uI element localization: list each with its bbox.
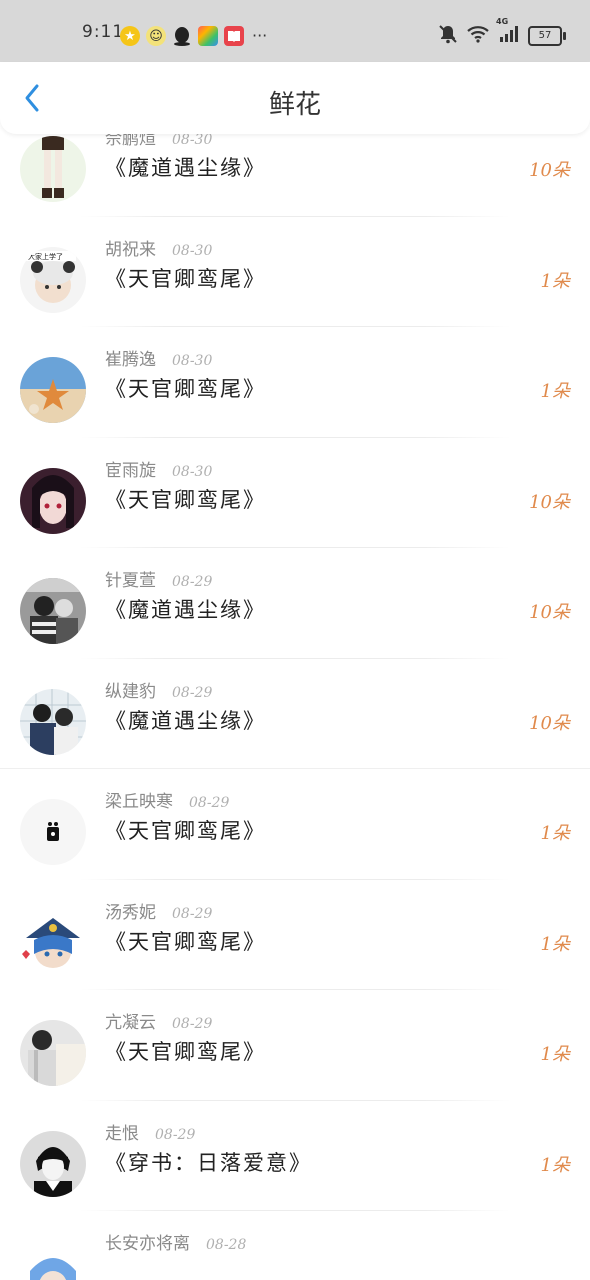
- network-type-label: 4G: [496, 17, 509, 26]
- status-bar: 9:11 ★ ☺ ··· 4G 57: [0, 0, 590, 62]
- user-name: 崔腾逸: [105, 350, 156, 370]
- user-name: 汤秀妮: [105, 902, 156, 923]
- flower-gift-list[interactable]: 佘鹏煊 08-30 《魔道遇尘缘》 10朵 大家上学了 胡祝来 08-30 《天…: [0, 134, 590, 1280]
- flower-count: 1朵: [540, 1044, 570, 1065]
- flower-count: 1朵: [540, 1154, 570, 1176]
- user-name: 亢凝云: [105, 1013, 156, 1033]
- list-item[interactable]: 大家上学了 胡祝来 08-30 《天官卿鸾尾》 1朵: [0, 217, 590, 327]
- row-meta: 佘鹏煊 08-30: [105, 134, 212, 149]
- flower-count: 1朵: [540, 933, 570, 955]
- user-name: 梁丘映寒: [105, 792, 173, 812]
- row-meta: 胡祝来 08-30: [105, 235, 212, 260]
- avatar[interactable]: [20, 1020, 86, 1086]
- avatar[interactable]: [20, 799, 86, 865]
- list-item[interactable]: 梁丘映寒 08-29 《天官卿鸾尾》 1朵: [0, 769, 590, 880]
- book-title[interactable]: 《天官卿鸾尾》: [105, 373, 266, 403]
- user-name: 宦雨旋: [105, 460, 156, 481]
- flower-count: 10朵: [529, 602, 570, 623]
- gift-date: 08-30: [172, 134, 213, 148]
- row-meta: 亢凝云 08-29: [105, 1008, 212, 1033]
- list-item[interactable]: 佘鹏煊 08-30 《魔道遇尘缘》 10朵: [0, 134, 590, 217]
- status-system-icons: 4G 57: [438, 17, 566, 48]
- user-name: 走恨: [105, 1123, 139, 1144]
- book-title[interactable]: 《穿书：日落爱意》: [105, 1147, 312, 1177]
- signal-icon: 4G: [496, 17, 520, 47]
- status-time: 9:11: [82, 22, 125, 42]
- gift-date: 08-28: [206, 1237, 247, 1253]
- row-meta: 崔腾逸 08-30: [105, 345, 212, 370]
- svg-text:大家上学了: 大家上学了: [28, 252, 63, 261]
- colorful-app-icon: [198, 26, 218, 46]
- book-app-icon: [224, 26, 244, 46]
- avatar[interactable]: [20, 357, 86, 423]
- flower-count: 10朵: [529, 491, 570, 513]
- row-meta: 走恨 08-29: [105, 1119, 195, 1144]
- avatar[interactable]: [20, 136, 86, 202]
- book-title[interactable]: 《天官卿鸾尾》: [105, 263, 266, 293]
- row-meta: 汤秀妮 08-29: [105, 898, 212, 923]
- book-title[interactable]: 《天官卿鸾尾》: [105, 926, 266, 956]
- app-face-icon: ☺: [146, 26, 166, 46]
- gift-date: 08-29: [172, 1016, 213, 1032]
- gift-date: 08-29: [189, 795, 230, 811]
- battery-icon: 57: [528, 26, 566, 46]
- list-item[interactable]: 亢凝云 08-29 《天官卿鸾尾》 1朵: [0, 990, 590, 1101]
- book-title[interactable]: 《天官卿鸾尾》: [105, 484, 266, 514]
- book-title[interactable]: 《魔道遇尘缘》: [105, 594, 266, 624]
- avatar[interactable]: [20, 1241, 86, 1280]
- flower-count: 10朵: [529, 712, 570, 734]
- gift-date: 08-30: [172, 353, 213, 369]
- battery-level: 57: [538, 30, 552, 41]
- book-title[interactable]: 《魔道遇尘缘》: [105, 152, 266, 182]
- user-name: 胡祝来: [105, 239, 156, 260]
- star-icon: ★: [120, 26, 140, 46]
- gift-date: 08-29: [172, 905, 213, 922]
- user-name: 佘鹏煊: [105, 134, 156, 149]
- flower-count: 1朵: [540, 381, 570, 402]
- book-title[interactable]: 《魔道遇尘缘》: [105, 705, 266, 735]
- more-notifications-icon: ···: [252, 26, 268, 45]
- list-item[interactable]: 走恨 08-29 《穿书：日落爱意》 1朵: [0, 1101, 590, 1211]
- avatar[interactable]: [20, 688, 86, 755]
- row-meta: 针夏萱 08-29: [105, 566, 212, 591]
- row-meta: 长安亦将离 08-28: [105, 1229, 246, 1254]
- flower-count: 1朵: [540, 823, 570, 844]
- list-item[interactable]: 宦雨旋 08-30 《天官卿鸾尾》 10朵: [0, 438, 590, 548]
- list-item[interactable]: 崔腾逸 08-30 《天官卿鸾尾》 1朵: [0, 327, 590, 438]
- row-meta: 纵建豹 08-29: [105, 677, 212, 702]
- list-item[interactable]: 针夏萱 08-29 《魔道遇尘缘》 10朵: [0, 548, 590, 659]
- user-name: 纵建豹: [105, 681, 156, 702]
- user-name: 长安亦将离: [105, 1234, 190, 1254]
- wifi-icon: [466, 25, 490, 47]
- qq-penguin-icon: [172, 26, 192, 46]
- book-title[interactable]: 《天官卿鸾尾》: [105, 815, 266, 845]
- bell-off-icon: [438, 24, 458, 48]
- gift-date: 08-29: [172, 574, 213, 590]
- avatar[interactable]: [20, 1130, 86, 1197]
- avatar[interactable]: [20, 578, 86, 644]
- gift-date: 08-29: [172, 684, 213, 701]
- avatar[interactable]: [20, 909, 86, 976]
- list-item[interactable]: 汤秀妮 08-29 《天官卿鸾尾》 1朵: [0, 880, 590, 990]
- user-name: 针夏萱: [105, 571, 156, 591]
- status-notification-icons: ★ ☺ ···: [120, 26, 267, 46]
- flower-count: 10朵: [529, 160, 570, 181]
- list-item[interactable]: 纵建豹 08-29 《魔道遇尘缘》 10朵: [0, 659, 590, 769]
- gift-date: 08-29: [155, 1126, 196, 1143]
- row-meta: 宦雨旋 08-30: [105, 456, 212, 481]
- book-title[interactable]: 《天官卿鸾尾》: [105, 1036, 266, 1066]
- avatar[interactable]: 大家上学了: [20, 246, 86, 313]
- list-item[interactable]: 长安亦将离 08-28: [0, 1211, 590, 1280]
- gift-date: 08-30: [172, 242, 213, 259]
- row-meta: 梁丘映寒 08-29: [105, 787, 229, 812]
- page-title: 鲜花: [268, 90, 321, 120]
- flower-count: 1朵: [540, 270, 570, 292]
- nav-bar: 鲜花: [0, 62, 590, 134]
- gift-date: 08-30: [172, 463, 213, 480]
- avatar[interactable]: [20, 467, 86, 534]
